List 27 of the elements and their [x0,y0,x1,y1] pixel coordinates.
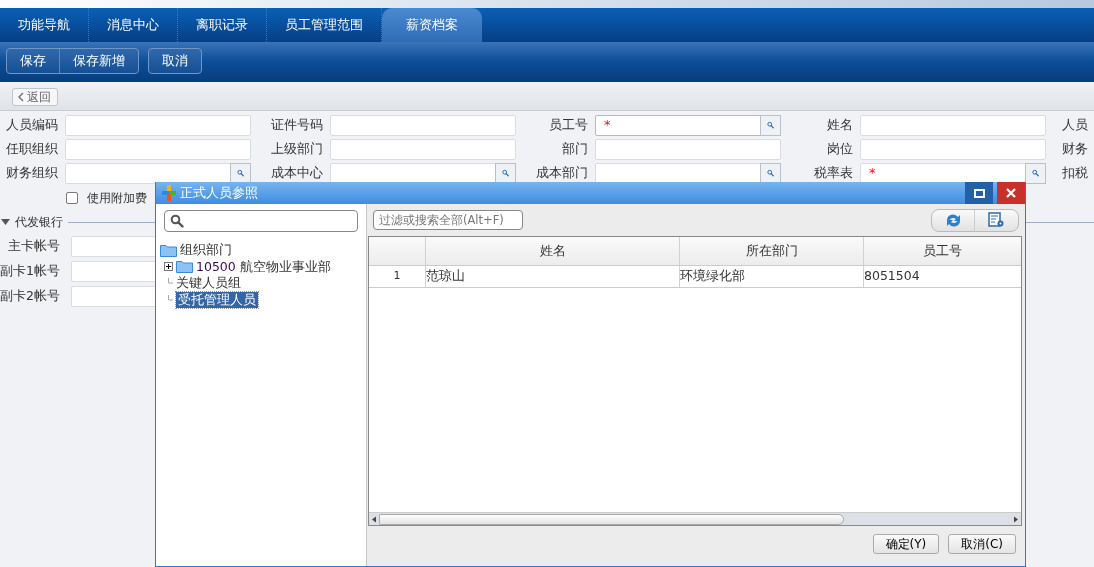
required-mark: * [604,116,611,135]
section-title: 代发银行 [15,214,63,231]
field-label: 证件号码 [270,115,323,134]
field-label: 任职组织 [5,139,58,158]
field-label: 税率表 [813,163,853,182]
field-label: 主卡帐号 [7,237,60,256]
table-cell-text: 8051504 [864,267,921,286]
row-number: 1 [369,266,426,287]
field-label: 人员编码 [5,115,58,134]
field-label: 成本部门 [535,163,588,182]
table-cell: 环境绿化部 [680,266,864,287]
table-cell: 范琼山 [426,266,680,287]
field-label: 成本中心 [270,163,323,182]
field-label: 员工号 [548,115,588,134]
field-label: 上级部门 [270,139,323,158]
field-label: 副卡2帐号 [0,287,60,306]
field-label: 岗位 [826,139,853,158]
field-label: 副卡1帐号 [0,262,60,281]
field-label: 财务组织 [5,163,58,182]
field-label: 扣税 [1062,163,1088,182]
field-label: 姓名 [826,115,853,134]
field-label: 财务 [1062,139,1088,158]
field-label: 人员 [1062,115,1088,134]
field-label: 部门 [561,139,588,158]
dialog-title: 正式人员参照 [180,184,258,203]
required-mark: * [869,164,876,183]
checkbox-label: 使用附加费 [87,189,147,207]
